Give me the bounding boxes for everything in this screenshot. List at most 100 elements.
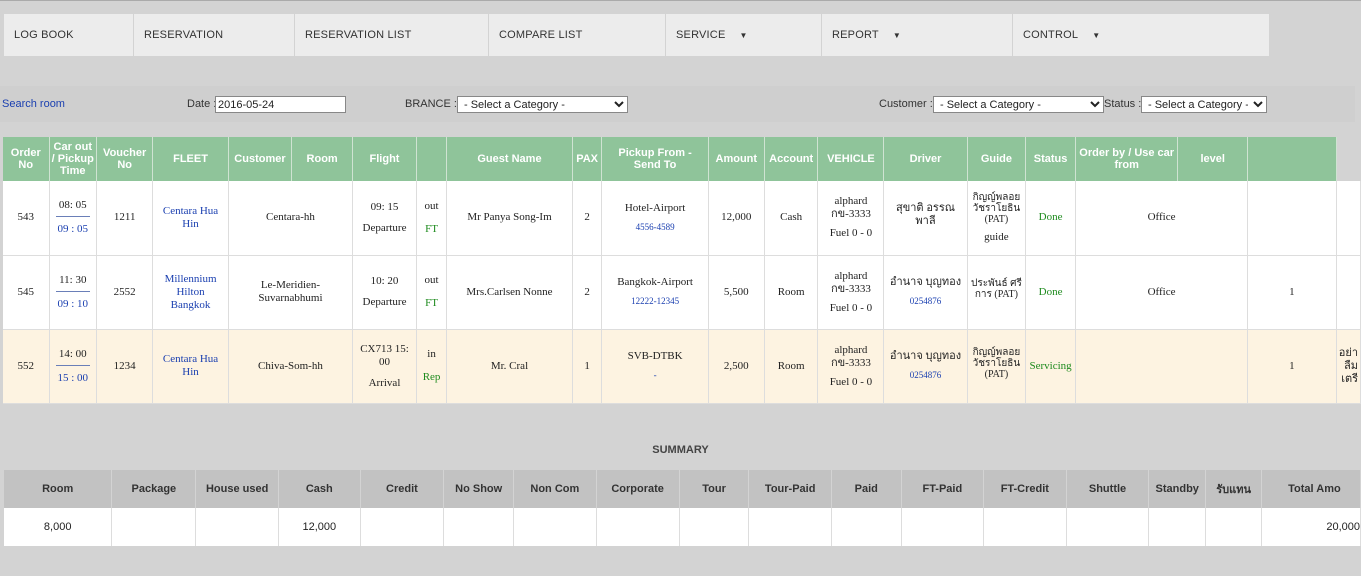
search-room-link[interactable]: Search room [2,98,65,110]
table-row[interactable]: 545 11: 30 09 : 10 2552 Millennium Hilto… [3,255,1361,330]
time-cell: 11: 30 09 : 10 [49,255,98,330]
pickup-time: 09 : 10 [57,297,89,310]
col-orderby: Order by / Use car from [1075,137,1179,181]
order-by [1075,329,1249,404]
order-no: 545 [3,255,50,330]
direction: out [424,199,439,212]
summary-value [1148,508,1207,546]
fuel: Fuel 0 - 0 [829,301,873,314]
summary-col-13: Shuttle [1066,470,1150,508]
driver-name: อำนาจ บุญทอง [889,350,962,362]
nav-logbook[interactable]: LOG BOOK [4,14,134,56]
table-row[interactable]: 552 14: 00 15 : 00 1234 Centara Hua Hin … [3,329,1361,404]
vehicle: alphard [834,343,868,356]
branch-label: BRANCE : [405,98,457,110]
col-dir [416,137,448,181]
nav-reservation[interactable]: RESERVATION [134,14,295,56]
summary-col-10: Paid [831,470,902,508]
summary-col-3: Cash [278,470,361,508]
table-row[interactable]: 543 08: 05 09 : 05 1211 Centara Hua Hin … [3,181,1361,256]
summary-value [195,508,279,546]
route: Bangkok-Airport [617,276,693,288]
branch-select[interactable]: - Select a Category - [457,96,628,113]
dir-cell: out FT [416,181,448,256]
fleet-link[interactable]: Centara Hua Hin [152,181,229,256]
nav-control[interactable]: CONTROL ▼ [1013,14,1270,56]
flight-type: Departure [362,296,407,308]
guide-name: กิญญ์พลอย วัชราโยธิน (PAT) [972,191,1021,225]
time-cell: 08: 05 09 : 05 [49,181,98,256]
amount: 12,000 [708,181,765,256]
vehicle-cell: alphard กข-3333 Fuel 0 - 0 [817,181,885,256]
status-badge: Done [1025,255,1076,330]
summary-col-0: Room [4,470,113,508]
flight-no: 09: 15 [370,200,399,213]
carout-time: 08: 05 [55,199,90,218]
summary-col-4: Credit [360,470,445,508]
col-note [1247,137,1337,181]
caret-down-icon: ▼ [1092,30,1101,40]
guide-name: กิญญ์พลอย วัชราโยธิน (PAT) [972,346,1021,380]
level: 1 [1247,329,1337,404]
amount: 5,500 [708,255,765,330]
note [1336,255,1361,330]
flight-type: Departure [362,221,407,234]
summary-value: 12,000 [278,508,361,546]
status-label: Status : [1104,98,1142,110]
reservation-table: Order No Car out / Pickup Time Voucher N… [3,137,1361,404]
summary-value [111,508,197,546]
fleet-link[interactable]: Centara Hua Hin [152,329,229,404]
note [1336,181,1361,256]
summary-values-row: 8,000 12,000 20,000 [4,508,1361,546]
guide-cell: กิญญ์พลอย วัชราโยธิน (PAT) [967,329,1027,404]
route-phone: - [653,370,657,380]
order-no: 552 [3,329,50,404]
summary-value [1205,508,1263,546]
summary-col-12: FT-Credit [983,470,1067,508]
carout-time: 14: 00 [55,348,90,366]
dir-cell: in Rep [416,329,448,404]
guest-name: Mr Panya Song-Im [446,181,573,256]
summary-value [748,508,832,546]
status-badge: Servicing [1025,329,1076,404]
nav-service[interactable]: SERVICE ▼ [666,14,822,56]
nav-label: SERVICE [676,29,726,41]
plate: กข-3333 [831,282,871,295]
driver-cell: อำนาจ บุญทอง 0254876 [883,329,968,404]
nav-reservation-list[interactable]: RESERVATION LIST [295,14,489,56]
driver-cell: อำนาจ บุญทอง 0254876 [883,255,968,330]
flight-type: Arrival [368,376,401,389]
route-cell: Hotel-Airport 4556-4589 [601,181,709,256]
col-pax: PAX [572,137,603,181]
fuel: Fuel 0 - 0 [829,375,873,388]
fleet-link[interactable]: Millennium Hilton Bangkok [152,255,229,330]
date-input[interactable] [215,96,346,113]
date-label: Date : [187,98,217,110]
table-header-row: Order No Car out / Pickup Time Voucher N… [3,137,1361,181]
vehicle-cell: alphard กข-3333 Fuel 0 - 0 [817,329,885,404]
customer-room: Centara-hh [228,181,354,256]
account: Cash [764,181,819,256]
pax: 2 [572,255,603,330]
status-badge: Done [1025,181,1076,256]
route: Hotel-Airport [624,201,686,214]
summary-value [901,508,985,546]
summary-col-16: Total Amo [1261,470,1361,508]
nav-compare-list[interactable]: COMPARE LIST [489,14,666,56]
vehicle: alphard [834,195,868,208]
summary-col-5: No Show [443,470,515,508]
direction: out [424,274,439,286]
vehicle-cell: alphard กข-3333 Fuel 0 - 0 [817,255,885,330]
route-phone: 12222-12345 [631,296,680,306]
caret-down-icon: ▼ [892,30,901,40]
service-code: FT [425,222,438,235]
status-select[interactable]: - Select a Category - [1141,96,1267,113]
guest-name: Mr. Cral [446,329,573,404]
col-pickup: Pickup From - Send To [601,137,709,181]
caret-down-icon: ▼ [739,30,748,40]
route: SVB-DTBK [627,350,683,362]
service-code: Rep [422,371,441,383]
customer-select[interactable]: - Select a Category - [933,96,1104,113]
summary-col-6: Non Com [513,470,597,508]
nav-report[interactable]: REPORT ▼ [822,14,1013,56]
